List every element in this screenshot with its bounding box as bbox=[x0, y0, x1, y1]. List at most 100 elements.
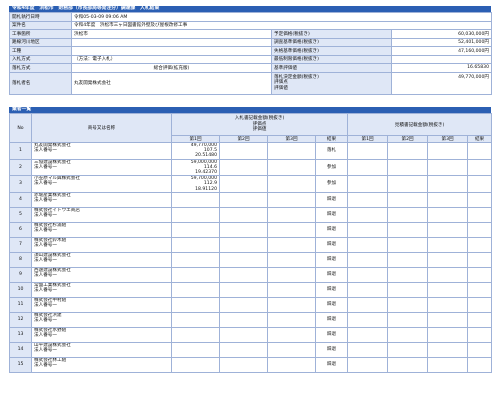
info-price-value bbox=[391, 54, 492, 64]
bidder-no: 11 bbox=[9, 296, 32, 313]
bidder-estimate-cell bbox=[427, 175, 469, 193]
bidder-estimate-cell bbox=[427, 266, 469, 283]
bidder-result: 辞退 bbox=[314, 221, 349, 238]
bidder-round1-bid bbox=[171, 311, 220, 328]
bidder-round1-bid bbox=[171, 341, 220, 358]
bidder-round1-bid bbox=[171, 296, 220, 313]
bidder-round1-bid bbox=[171, 356, 220, 373]
info-row: 落札方式 総合評価(拡充版) 基準評価値 16.65830 bbox=[9, 63, 492, 73]
bid-value: 20.51480 bbox=[195, 153, 217, 159]
bidder-estimate-cell bbox=[467, 236, 493, 253]
bidder-name-cell: 丸友開発株式会社 法人番号一 bbox=[31, 142, 172, 160]
bidder-no: 10 bbox=[9, 281, 32, 298]
bidder-estimate-cell bbox=[347, 341, 389, 358]
winner-name: 丸友開発株式会社 bbox=[71, 71, 272, 95]
winner-label: 落札者名 bbox=[9, 71, 72, 95]
bidder-name-cell: 株式会社浜建 法人番号一 bbox=[31, 311, 172, 328]
winner-amount: 49,770,000円 bbox=[391, 71, 492, 95]
bidder-estimate-cell bbox=[347, 236, 389, 253]
bidder-name-cell: 株式会社杉浦組 法人番号一 bbox=[31, 221, 172, 238]
bidder-corp-number: 法人番号一 bbox=[34, 348, 57, 354]
bidder-estimate-cell bbox=[387, 266, 429, 283]
bidder-round2-bid bbox=[219, 236, 268, 253]
bidder-result: 辞退 bbox=[314, 251, 349, 268]
bidder-round3-bid bbox=[267, 311, 316, 328]
bidder-estimate-cell bbox=[467, 311, 493, 328]
bidder-round1-bid bbox=[171, 326, 220, 343]
bidder-name-cell: 須山建設株式会社 法人番号一 bbox=[31, 251, 172, 268]
bidder-corp-number: 法人番号一 bbox=[34, 288, 57, 294]
bidder-estimate-cell bbox=[347, 221, 389, 238]
bidder-estimate-cell bbox=[467, 266, 493, 283]
bidder-estimate-cell bbox=[387, 326, 429, 343]
bidder-round2-bid bbox=[219, 175, 268, 193]
bidder-estimate-cell bbox=[387, 175, 429, 193]
bidder-corp-number: 法人番号一 bbox=[34, 318, 57, 324]
info-price-value: 52,401,000円 bbox=[391, 37, 492, 47]
bidder-corp-number: 法人番号一 bbox=[34, 148, 57, 154]
bidder-round3-bid bbox=[267, 326, 316, 343]
info-price-label: 基準評価値 bbox=[271, 63, 392, 73]
bidder-result: 参加 bbox=[314, 175, 349, 193]
bidder-row: 7 株式会社鈴木組 法人番号一 辞退 bbox=[9, 236, 493, 253]
info-value: 総合評価(拡充版) bbox=[71, 63, 272, 73]
bidder-no: 4 bbox=[9, 191, 32, 208]
bidder-row: 13 株式会社水野組 法人番号一 辞退 bbox=[9, 326, 493, 343]
bidder-corp-number: 法人番号一 bbox=[34, 198, 57, 204]
bidder-no: 12 bbox=[9, 311, 32, 328]
bidder-round2-bid bbox=[219, 142, 268, 160]
bidder-estimate-cell bbox=[387, 206, 429, 223]
bidder-corp-number: 法人番号一 bbox=[34, 228, 57, 234]
bidder-row: 6 株式会社杉浦組 法人番号一 辞退 bbox=[9, 221, 493, 238]
info-row: 路線河川地区 調査基準価格(税抜き) 52,401,000円 bbox=[9, 37, 492, 47]
header-bid-round1: 第1回 bbox=[171, 135, 220, 143]
bidder-no: 5 bbox=[9, 206, 32, 223]
info-price-label: 調査基準価格(税抜き) bbox=[271, 37, 392, 47]
bidder-estimate-cell bbox=[347, 326, 389, 343]
info-value: 令和05-03-09 09:06 AM bbox=[71, 12, 492, 22]
bidder-corp-number: 法人番号一 bbox=[34, 363, 57, 369]
info-row: 開札執行日時 令和05-03-09 09:06 AM bbox=[9, 12, 492, 22]
bidder-estimate-cell bbox=[467, 341, 493, 358]
bidder-estimate-cell bbox=[387, 296, 429, 313]
bidder-result: 落札 bbox=[314, 142, 349, 160]
info-label: 工事箇所 bbox=[9, 29, 72, 39]
bidder-round1-bid: 59,700,000 112.9 18.91120 bbox=[171, 175, 220, 193]
bidder-estimate-cell bbox=[387, 236, 429, 253]
info-price-value: 60,030,000円 bbox=[391, 29, 492, 39]
winner-award-label: 評価値 bbox=[274, 85, 288, 91]
bidder-estimate-cell bbox=[387, 158, 429, 177]
bidder-round2-bid bbox=[219, 311, 268, 328]
header-bid-round2: 第2回 bbox=[219, 135, 268, 143]
bidder-round2-bid bbox=[219, 191, 268, 208]
bidder-result: 辞退 bbox=[314, 266, 349, 283]
bidder-round2-bid bbox=[219, 221, 268, 238]
bidder-round2-bid bbox=[219, 281, 268, 298]
bidder-estimate-cell bbox=[387, 281, 429, 298]
header-ref-round1: 第1回 bbox=[347, 135, 389, 143]
bidder-round2-bid bbox=[219, 326, 268, 343]
bidder-estimate-cell bbox=[427, 142, 469, 160]
bidder-round1-bid bbox=[171, 281, 220, 298]
info-row: 入札方式 （方法：電子入札） 最低制限価格(税抜き) bbox=[9, 54, 492, 64]
bidder-round1-bid bbox=[171, 236, 220, 253]
bidder-estimate-cell bbox=[427, 206, 469, 223]
bid-value: 19.42370 bbox=[195, 170, 217, 176]
bidder-row: 1 丸友開発株式会社 法人番号一 49,770,000 107.5 20.51480 落札 bbox=[9, 142, 493, 160]
bidder-round1-bid bbox=[171, 251, 220, 268]
info-label: 入札方式 bbox=[9, 54, 72, 64]
bidder-no: 6 bbox=[9, 221, 32, 238]
bidder-estimate-cell bbox=[347, 251, 389, 268]
bidder-no: 1 bbox=[9, 142, 32, 160]
header-bid-round3: 第3回 bbox=[267, 135, 316, 143]
header-no: No bbox=[9, 113, 32, 143]
bidder-no: 7 bbox=[9, 236, 32, 253]
bidder-estimate-cell bbox=[387, 191, 429, 208]
bidder-round3-bid bbox=[267, 191, 316, 208]
bidder-result: 辞退 bbox=[314, 341, 349, 358]
bidder-table: No 商号又は名称 入札書記載金額(税抜き) 評価点 評価値 見積書記載金額(税抜き… bbox=[9, 113, 493, 373]
bidder-corp-number: 法人番号一 bbox=[34, 258, 57, 264]
bidder-row: 10 常盤工業株式会社 法人番号一 辞退 bbox=[9, 281, 493, 298]
bidder-row: 2 三協建設株式会社 法人番号一 59,000,000 114.6 19.42370 参加 bbox=[9, 158, 493, 177]
bidder-round2-bid bbox=[219, 158, 268, 177]
